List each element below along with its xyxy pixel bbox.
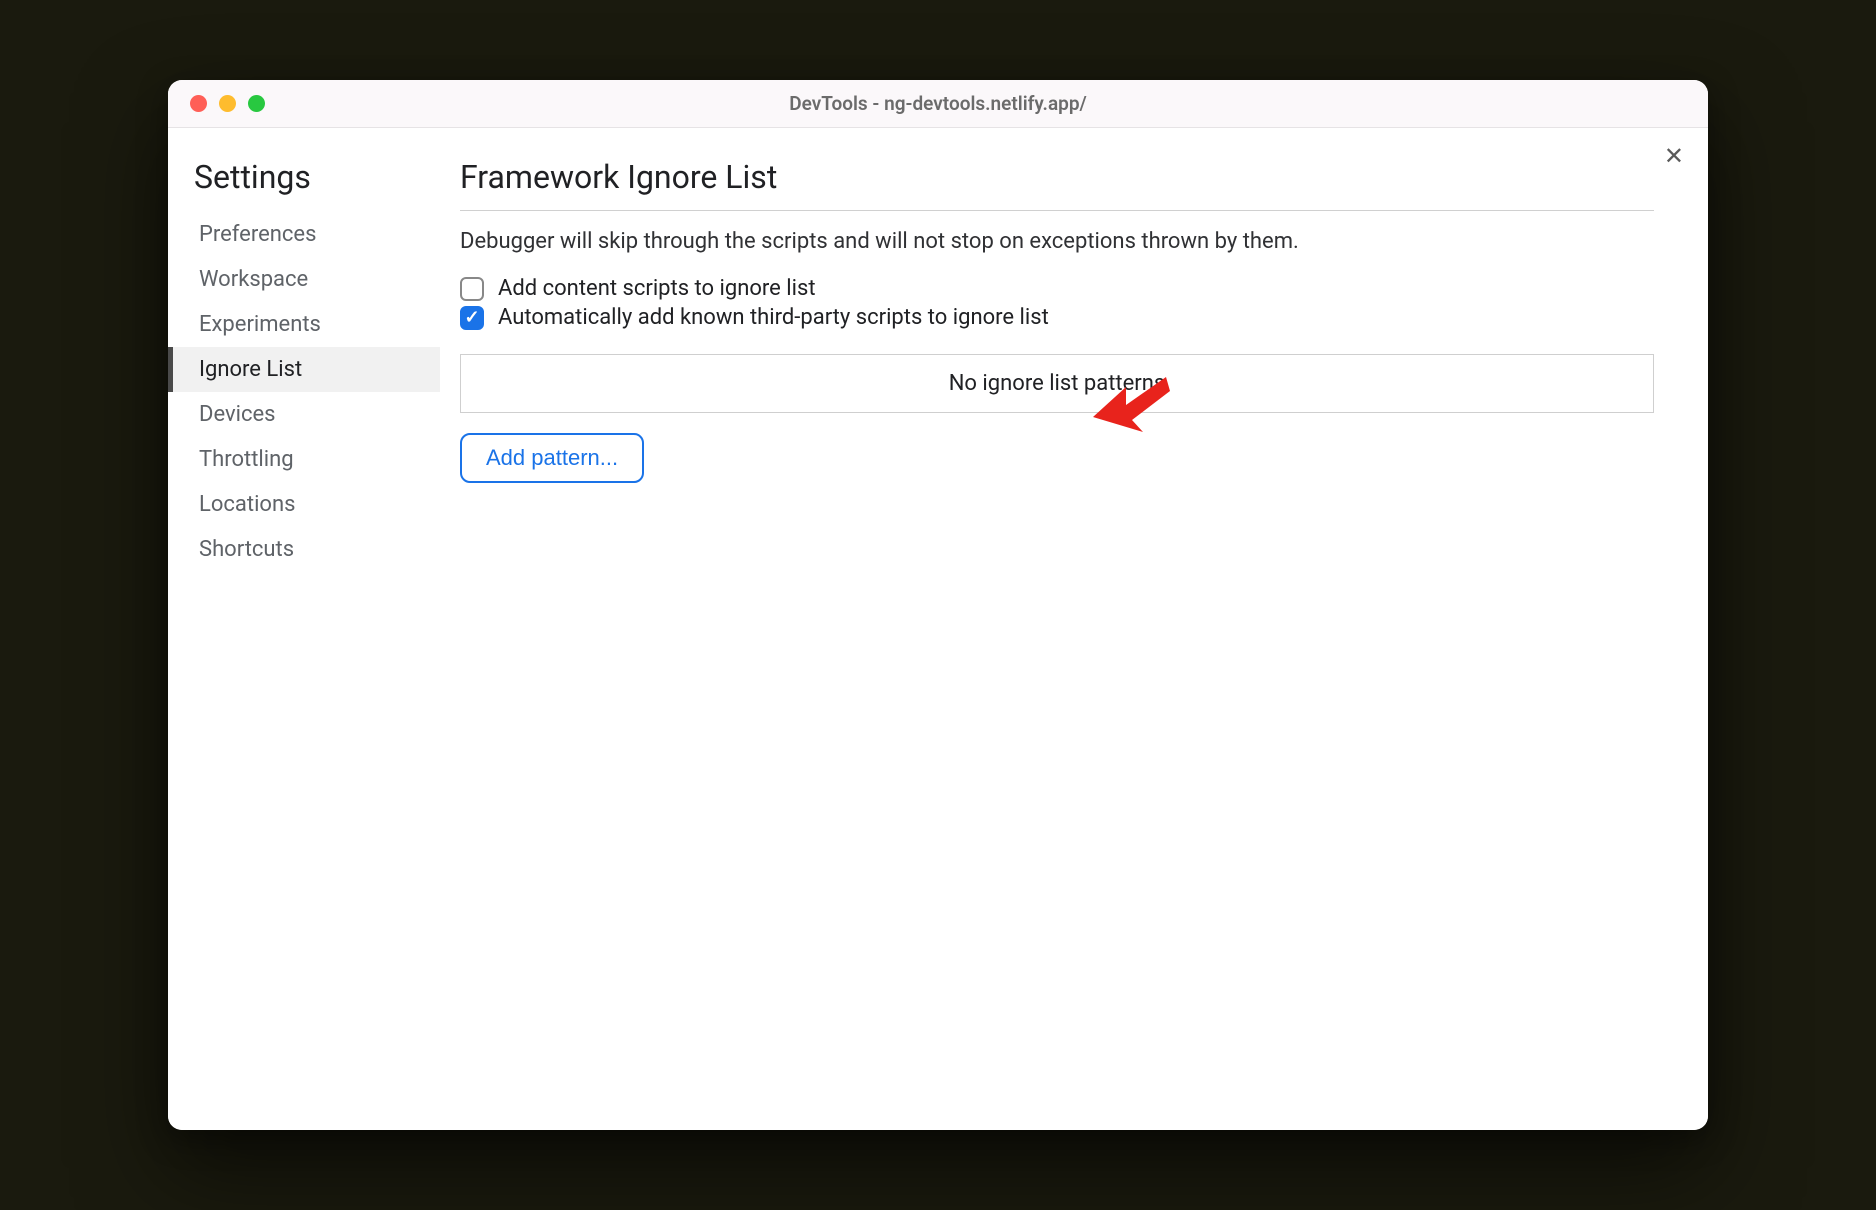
- window-title: DevTools - ng-devtools.netlify.app/: [168, 92, 1708, 115]
- sidebar-item-devices[interactable]: Devices: [168, 392, 440, 437]
- settings-main: Framework Ignore List Debugger will skip…: [440, 128, 1708, 1130]
- sidebar-item-throttling[interactable]: Throttling: [168, 437, 440, 482]
- settings-sidebar: Settings Preferences Workspace Experimen…: [168, 128, 440, 1130]
- settings-content: ✕ Settings Preferences Workspace Experim…: [168, 128, 1708, 1130]
- checkbox-icon: [460, 306, 484, 330]
- checkbox-third-party-scripts[interactable]: Automatically add known third-party scri…: [460, 305, 1654, 330]
- sidebar-item-locations[interactable]: Locations: [168, 482, 440, 527]
- empty-state-text: No ignore list patterns: [949, 371, 1166, 396]
- devtools-settings-window: DevTools - ng-devtools.netlify.app/ ✕ Se…: [168, 80, 1708, 1130]
- sidebar-item-workspace[interactable]: Workspace: [168, 257, 440, 302]
- close-icon[interactable]: ✕: [1664, 144, 1684, 168]
- checkbox-icon: [460, 277, 484, 301]
- sidebar-item-ignore-list[interactable]: Ignore List: [168, 347, 440, 392]
- ignore-patterns-list: No ignore list patterns: [460, 354, 1654, 413]
- sidebar-item-shortcuts[interactable]: Shortcuts: [168, 527, 440, 572]
- checkbox-label: Automatically add known third-party scri…: [498, 305, 1049, 330]
- sidebar-item-experiments[interactable]: Experiments: [168, 302, 440, 347]
- traffic-lights: [168, 95, 265, 112]
- titlebar: DevTools - ng-devtools.netlify.app/: [168, 80, 1708, 128]
- settings-title: Settings: [168, 152, 440, 212]
- checkbox-content-scripts[interactable]: Add content scripts to ignore list: [460, 276, 1654, 301]
- page-description: Debugger will skip through the scripts a…: [460, 229, 1654, 254]
- sidebar-item-preferences[interactable]: Preferences: [168, 212, 440, 257]
- window-maximize-button[interactable]: [248, 95, 265, 112]
- window-minimize-button[interactable]: [219, 95, 236, 112]
- window-close-button[interactable]: [190, 95, 207, 112]
- add-pattern-button[interactable]: Add pattern...: [460, 433, 644, 483]
- checkbox-label: Add content scripts to ignore list: [498, 276, 816, 301]
- page-heading: Framework Ignore List: [460, 158, 1654, 211]
